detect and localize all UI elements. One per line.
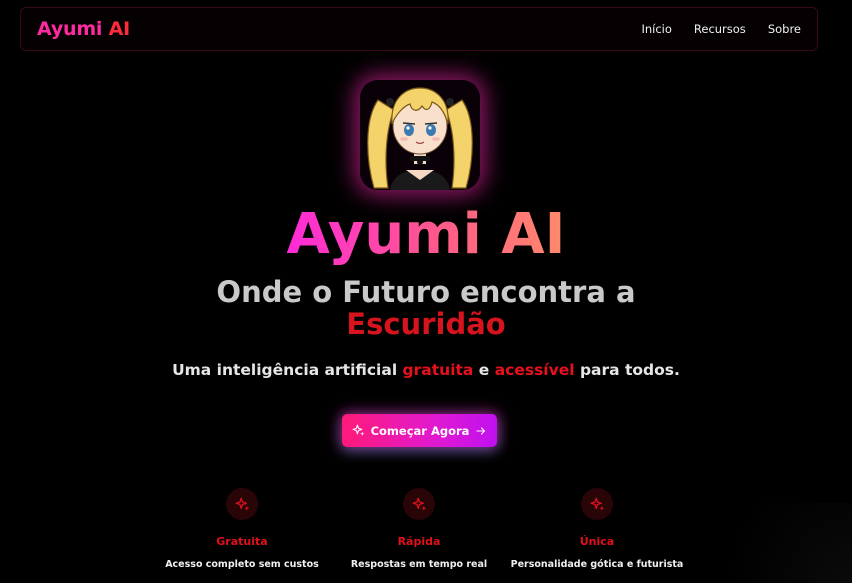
feature-description: Personalidade gótica e futurista — [510, 559, 684, 570]
feature-title: Gratuita — [216, 535, 268, 548]
start-now-label: Começar Agora — [370, 423, 470, 438]
tagline-highlight-accessible: acessível — [494, 361, 575, 379]
brand-name: Ayumi — [37, 18, 103, 40]
brand-logo[interactable]: Ayumi AI — [37, 18, 130, 40]
anime-girl-avatar — [360, 80, 480, 190]
hero-subtitle-line1: Onde o Futuro encontra a — [216, 275, 636, 309]
nav-link-recursos[interactable]: Recursos — [694, 22, 746, 36]
anime-girl-icon — [360, 80, 480, 190]
sparkles-icon — [590, 497, 604, 511]
hero-tagline: Uma inteligência artificial gratuita e a… — [0, 361, 852, 379]
feature-card-unique: Única Personalidade gótica e futurista — [497, 488, 697, 570]
start-now-button[interactable]: Começar Agora — [342, 414, 497, 447]
background-texture — [692, 503, 852, 583]
feature-icon — [403, 488, 435, 520]
feature-card-free: Gratuita Acesso completo sem custos — [142, 488, 342, 570]
sparkles-icon — [352, 424, 365, 436]
tagline-part2: e — [473, 361, 495, 379]
feature-title: Rápida — [397, 535, 441, 548]
sparkles-icon — [235, 497, 249, 511]
tagline-highlight-free: gratuita — [402, 361, 474, 379]
sparkles-icon — [412, 497, 426, 511]
feature-icon — [226, 488, 258, 520]
hero-subtitle-line2: Escuridão — [346, 307, 506, 341]
nav-links: Início Recursos Sobre — [641, 22, 801, 36]
arrow-right-icon — [476, 426, 486, 435]
feature-description: Acesso completo sem custos — [165, 559, 319, 570]
tagline-part1: Uma inteligência artificial — [172, 361, 403, 379]
feature-description: Respostas em tempo real — [350, 559, 488, 570]
feature-icon — [581, 488, 613, 520]
hero-title: Ayumi AI — [0, 200, 852, 270]
feature-title: Única — [579, 535, 615, 548]
nav-link-sobre[interactable]: Sobre — [768, 22, 801, 36]
brand-suffix: AI — [108, 18, 131, 40]
feature-card-fast: Rápida Respostas em tempo real — [319, 488, 519, 570]
tagline-part3: para todos. — [574, 361, 680, 379]
navbar: Ayumi AI Início Recursos Sobre — [20, 7, 818, 51]
hero-title-text: Ayumi AI — [286, 202, 566, 267]
nav-link-inicio[interactable]: Início — [641, 22, 671, 36]
